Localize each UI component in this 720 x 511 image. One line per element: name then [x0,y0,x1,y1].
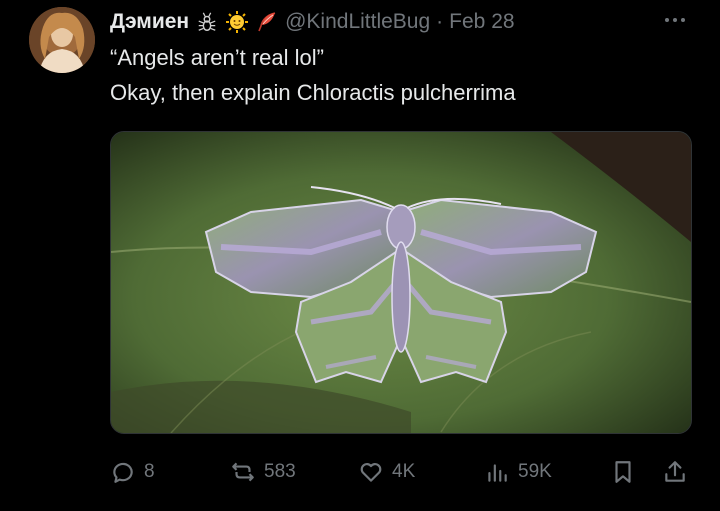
share-icon [665,461,685,482]
repost-button[interactable]: 583 [230,455,296,489]
avatar[interactable] [29,7,95,73]
feather-icon [255,10,279,34]
views-chart-icon [488,464,507,482]
moth-photo [111,132,691,433]
reply-icon [113,462,133,483]
user-handle[interactable]: @KindLittleBug [285,10,430,34]
sun-icon [225,10,249,34]
views-count: 59K [518,461,552,482]
reply-button[interactable]: 8 [110,455,155,489]
reply-count: 8 [144,461,155,482]
more-options-icon[interactable] [660,14,690,26]
bookmark-button[interactable] [610,455,636,489]
repost-count: 583 [264,461,296,482]
bug-icon [195,10,219,34]
avatar-portrait-icon [29,7,95,73]
tweet-media-image[interactable] [110,131,692,434]
post-date[interactable]: Feb 28 [449,10,514,34]
tweet-header: Дэмиен @KindLittleBug · Feb 28 [110,6,515,38]
share-button[interactable] [662,455,688,489]
heart-icon [360,463,382,482]
like-count: 4K [392,461,416,482]
bookmark-icon [615,461,631,483]
views-button[interactable]: 59K [484,455,552,489]
tweet-text-line-2: Okay, then explain Chloractis pulcherrim… [110,80,516,105]
repost-icon [232,462,254,482]
tweet-actions: 8 583 4K 59K [110,455,690,489]
separator-dot: · [436,10,444,33]
like-button[interactable]: 4K [358,455,415,489]
tweet-text-line-1: “Angels aren’t real lol” [110,45,324,70]
display-name[interactable]: Дэмиен [110,10,189,34]
